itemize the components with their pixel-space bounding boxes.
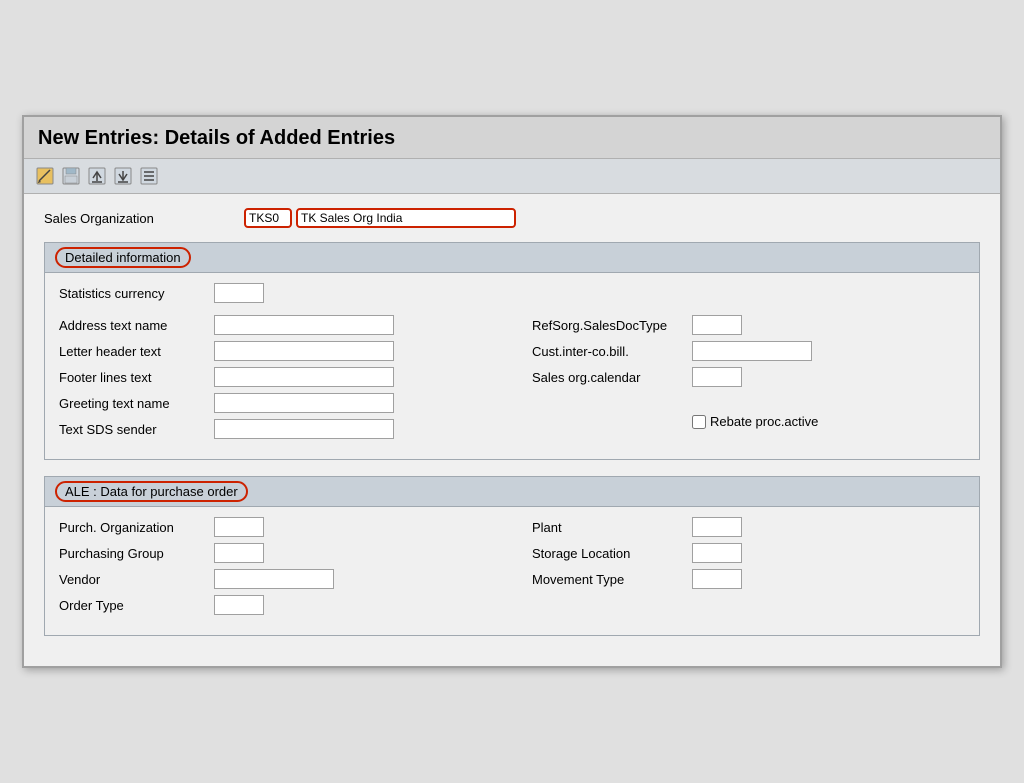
- rebate-checkbox[interactable]: [692, 415, 706, 429]
- address-text-input[interactable]: [214, 315, 394, 335]
- cust-inter-input[interactable]: [692, 341, 812, 361]
- address-text-row: Address text name: [59, 315, 492, 335]
- address-text-label: Address text name: [59, 318, 214, 333]
- text-sds-input[interactable]: [214, 419, 394, 439]
- sales-org-code-input[interactable]: [244, 208, 292, 228]
- letter-header-row: Letter header text: [59, 341, 492, 361]
- export-icon[interactable]: [86, 165, 108, 187]
- ale-grid: Purch. Organization Purchasing Group Ven…: [59, 517, 965, 621]
- import-icon[interactable]: [112, 165, 134, 187]
- detailed-info-left-col: Address text name Letter header text Foo…: [59, 315, 492, 445]
- purch-group-row: Purchasing Group: [59, 543, 492, 563]
- main-window: New Entries: Details of Added Entries: [22, 115, 1002, 668]
- order-type-row: Order Type: [59, 595, 492, 615]
- cust-inter-label: Cust.inter-co.bill.: [532, 344, 692, 359]
- sales-calendar-label: Sales org.calendar: [532, 370, 692, 385]
- stats-currency-row: Statistics currency: [59, 283, 965, 303]
- cust-inter-row: Cust.inter-co.bill.: [532, 341, 965, 361]
- list-icon[interactable]: [138, 165, 160, 187]
- vendor-input[interactable]: [214, 569, 334, 589]
- ale-left-col: Purch. Organization Purchasing Group Ven…: [59, 517, 492, 621]
- ale-right-col: Plant Storage Location Movement Type: [532, 517, 965, 621]
- ale-content: Purch. Organization Purchasing Group Ven…: [44, 507, 980, 636]
- footer-lines-row: Footer lines text: [59, 367, 492, 387]
- purch-org-row: Purch. Organization: [59, 517, 492, 537]
- sales-org-name-input[interactable]: [296, 208, 516, 228]
- empty-row: [532, 393, 965, 408]
- plant-input[interactable]: [692, 517, 742, 537]
- ale-header-label: ALE : Data for purchase order: [55, 481, 248, 502]
- footer-lines-input[interactable]: [214, 367, 394, 387]
- detailed-info-header: Detailed information: [44, 242, 980, 273]
- greeting-text-row: Greeting text name: [59, 393, 492, 413]
- movement-type-row: Movement Type: [532, 569, 965, 589]
- purch-group-label: Purchasing Group: [59, 546, 214, 561]
- refsorg-input[interactable]: [692, 315, 742, 335]
- purch-group-input[interactable]: [214, 543, 264, 563]
- ale-section: ALE : Data for purchase order Purch. Org…: [44, 476, 980, 636]
- plant-label: Plant: [532, 520, 692, 535]
- stats-currency-label: Statistics currency: [59, 286, 214, 301]
- letter-header-input[interactable]: [214, 341, 394, 361]
- ale-header: ALE : Data for purchase order: [44, 476, 980, 507]
- letter-header-label: Letter header text: [59, 344, 214, 359]
- save-icon[interactable]: [60, 165, 82, 187]
- sales-calendar-input[interactable]: [692, 367, 742, 387]
- detailed-information-section: Detailed information Statistics currency…: [44, 242, 980, 460]
- content-area: Sales Organization Detailed information …: [24, 194, 1000, 666]
- detailed-info-header-label: Detailed information: [55, 247, 191, 268]
- toolbar: [24, 159, 1000, 194]
- purch-org-label: Purch. Organization: [59, 520, 214, 535]
- purch-org-input[interactable]: [214, 517, 264, 537]
- rebate-row: Rebate proc.active: [532, 414, 965, 429]
- storage-loc-input[interactable]: [692, 543, 742, 563]
- rebate-label: Rebate proc.active: [710, 414, 818, 429]
- text-sds-row: Text SDS sender: [59, 419, 492, 439]
- vendor-label: Vendor: [59, 572, 214, 587]
- storage-loc-label: Storage Location: [532, 546, 692, 561]
- footer-lines-label: Footer lines text: [59, 370, 214, 385]
- title-bar: New Entries: Details of Added Entries: [24, 117, 1000, 159]
- detailed-info-right-col: RefSorg.SalesDocType Cust.inter-co.bill.…: [532, 315, 965, 445]
- sales-org-label: Sales Organization: [44, 211, 244, 226]
- text-sds-label: Text SDS sender: [59, 422, 214, 437]
- refsorg-label: RefSorg.SalesDocType: [532, 318, 692, 333]
- sales-org-row: Sales Organization: [44, 208, 980, 228]
- greeting-text-input[interactable]: [214, 393, 394, 413]
- movement-type-input[interactable]: [692, 569, 742, 589]
- rebate-checkbox-row: Rebate proc.active: [692, 414, 818, 429]
- vendor-row: Vendor: [59, 569, 492, 589]
- page-title: New Entries: Details of Added Entries: [38, 127, 986, 150]
- plant-row: Plant: [532, 517, 965, 537]
- greeting-text-label: Greeting text name: [59, 396, 214, 411]
- movement-type-label: Movement Type: [532, 572, 692, 587]
- order-type-label: Order Type: [59, 598, 214, 613]
- detailed-info-grid: Address text name Letter header text Foo…: [59, 315, 965, 445]
- storage-loc-row: Storage Location: [532, 543, 965, 563]
- refsorg-row: RefSorg.SalesDocType: [532, 315, 965, 335]
- detailed-info-content: Statistics currency Address text name Le…: [44, 273, 980, 460]
- order-type-input[interactable]: [214, 595, 264, 615]
- edit-icon[interactable]: [34, 165, 56, 187]
- stats-currency-input[interactable]: [214, 283, 264, 303]
- sales-calendar-row: Sales org.calendar: [532, 367, 965, 387]
